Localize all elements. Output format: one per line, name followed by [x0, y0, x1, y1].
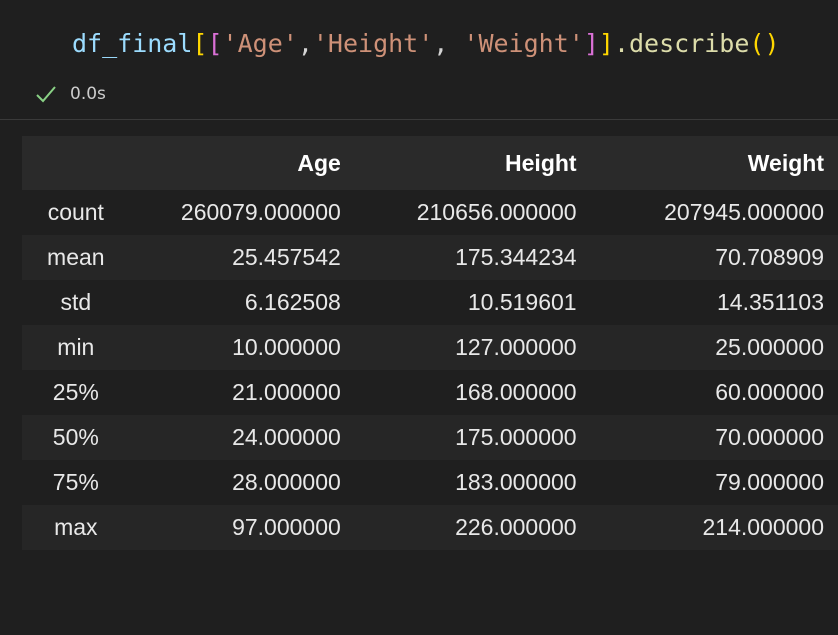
table-cell: 207945.000000	[664, 199, 824, 225]
table-cell: 25.000000	[715, 334, 824, 360]
table-cell: 175.344234	[455, 244, 577, 270]
row-index: 75%	[52, 469, 99, 495]
table-row: count 260079.000000 210656.000000 207945…	[22, 190, 838, 235]
column-header-weight: Weight	[747, 149, 824, 176]
code-comma: ,	[297, 29, 313, 58]
code-bracket-close-inner: ]	[583, 29, 599, 58]
table-cell: 24.000000	[232, 424, 341, 450]
code-comma: ,	[433, 29, 464, 58]
table-cell: 79.000000	[715, 469, 824, 495]
column-header-height: Height	[505, 149, 577, 176]
cell-output: Age Height Weight count 260079.000000 21…	[0, 120, 838, 635]
table-cell: 127.000000	[455, 334, 577, 360]
table-cell: 10.519601	[467, 289, 577, 315]
row-index: count	[47, 199, 104, 225]
table-cell: 10.000000	[232, 334, 341, 360]
code-parens: ()	[749, 29, 780, 58]
table-cell: 214.000000	[702, 514, 824, 540]
table-row: 25% 21.000000 168.000000 60.000000	[22, 370, 838, 415]
code-string-height: 'Height'	[312, 29, 434, 58]
table-row: mean 25.457542 175.344234 70.708909	[22, 235, 838, 280]
table-cell: 210656.000000	[416, 199, 577, 225]
row-index: min	[57, 334, 95, 360]
code-bracket-close: ]	[598, 29, 614, 58]
table-row: std 6.162508 10.519601 14.351103	[22, 280, 838, 325]
table-cell: 97.000000	[232, 514, 341, 540]
table-row: max 97.000000 226.000000 214.000000	[22, 505, 838, 550]
table-cell: 168.000000	[455, 379, 577, 405]
table-cell: 260079.000000	[180, 199, 341, 225]
code-cell[interactable]: df_final[['Age','Height', 'Weight']].des…	[0, 0, 838, 120]
table-cell: 70.000000	[715, 424, 824, 450]
dataframe-table: Age Height Weight count 260079.000000 21…	[22, 136, 838, 550]
table-header-row: Age Height Weight	[22, 136, 838, 190]
row-index: 50%	[52, 424, 99, 450]
execution-time: 0.0s	[70, 84, 106, 104]
table-cell: 28.000000	[232, 469, 341, 495]
row-index: mean	[47, 244, 105, 270]
column-header-age: Age	[297, 149, 341, 176]
table-cell: 226.000000	[455, 514, 577, 540]
table-row: 50% 24.000000 175.000000 70.000000	[22, 415, 838, 460]
row-index: std	[60, 289, 92, 315]
table-cell: 183.000000	[455, 469, 577, 495]
code-line[interactable]: df_final[['Age','Height', 'Weight']].des…	[72, 28, 780, 60]
code-method: .describe	[613, 29, 750, 58]
check-icon	[34, 82, 58, 106]
row-index: max	[54, 514, 98, 540]
table-cell: 25.457542	[232, 244, 341, 270]
table-cell: 175.000000	[455, 424, 577, 450]
index-header	[22, 136, 130, 190]
table-row: min 10.000000 127.000000 25.000000	[22, 325, 838, 370]
table-cell: 70.708909	[715, 244, 824, 270]
code-string-age: 'Age'	[222, 29, 298, 58]
code-bracket-open-inner: [	[207, 29, 223, 58]
table-cell: 21.000000	[232, 379, 341, 405]
execution-status: 0.0s	[34, 82, 106, 106]
code-bracket-open: [	[192, 29, 208, 58]
table-cell: 6.162508	[244, 289, 341, 315]
row-index: 25%	[52, 379, 99, 405]
table-cell: 14.351103	[716, 289, 824, 315]
code-string-weight: 'Weight'	[463, 29, 584, 58]
table-row: 75% 28.000000 183.000000 79.000000	[22, 460, 838, 505]
code-variable: df_final	[72, 29, 193, 58]
table-cell: 60.000000	[715, 379, 824, 405]
